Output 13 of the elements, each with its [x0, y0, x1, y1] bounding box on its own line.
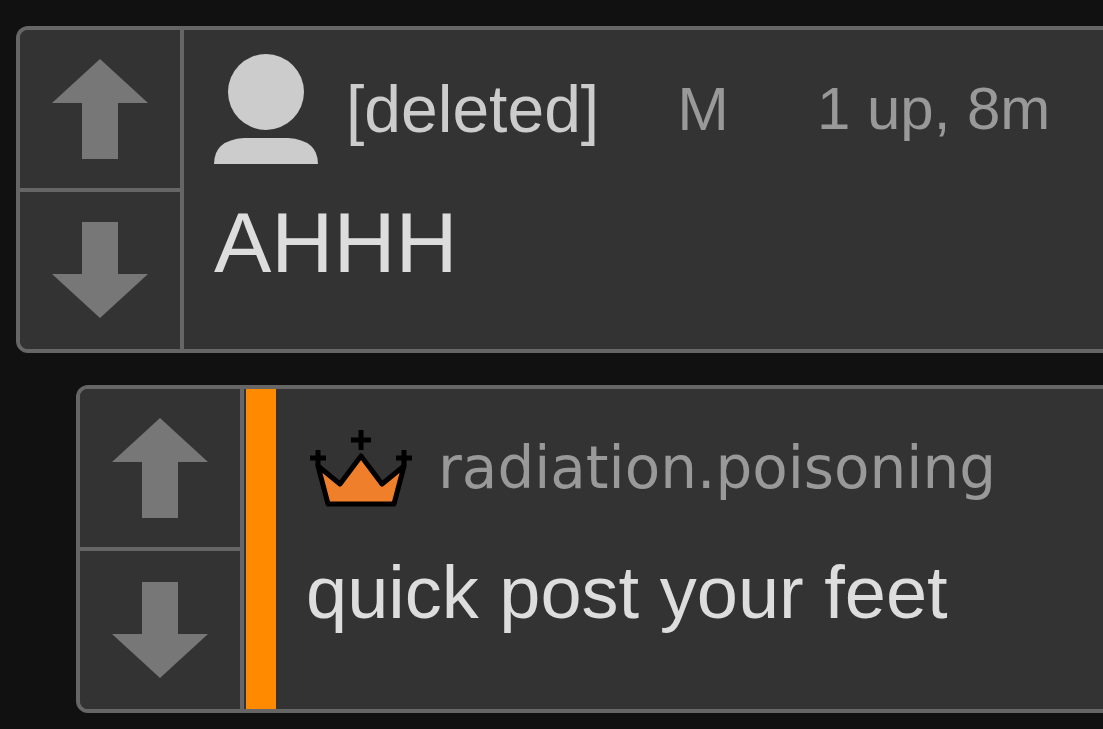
username[interactable]: [deleted] [346, 70, 600, 147]
comment-meta: 1 up, 8m [816, 74, 1051, 143]
downvote-button[interactable] [80, 547, 240, 709]
gender-label: M [677, 73, 729, 144]
downvote-button[interactable] [20, 187, 180, 349]
up-arrow-icon [112, 418, 208, 518]
user-icon [214, 53, 318, 164]
up-arrow-icon [52, 58, 148, 159]
comment-text: quick post your feet [306, 550, 949, 635]
down-arrow-icon [52, 222, 148, 319]
username[interactable]: radiation.poisoning [438, 433, 996, 502]
down-arrow-icon [112, 582, 208, 678]
comment-text: AHHH [214, 193, 459, 292]
